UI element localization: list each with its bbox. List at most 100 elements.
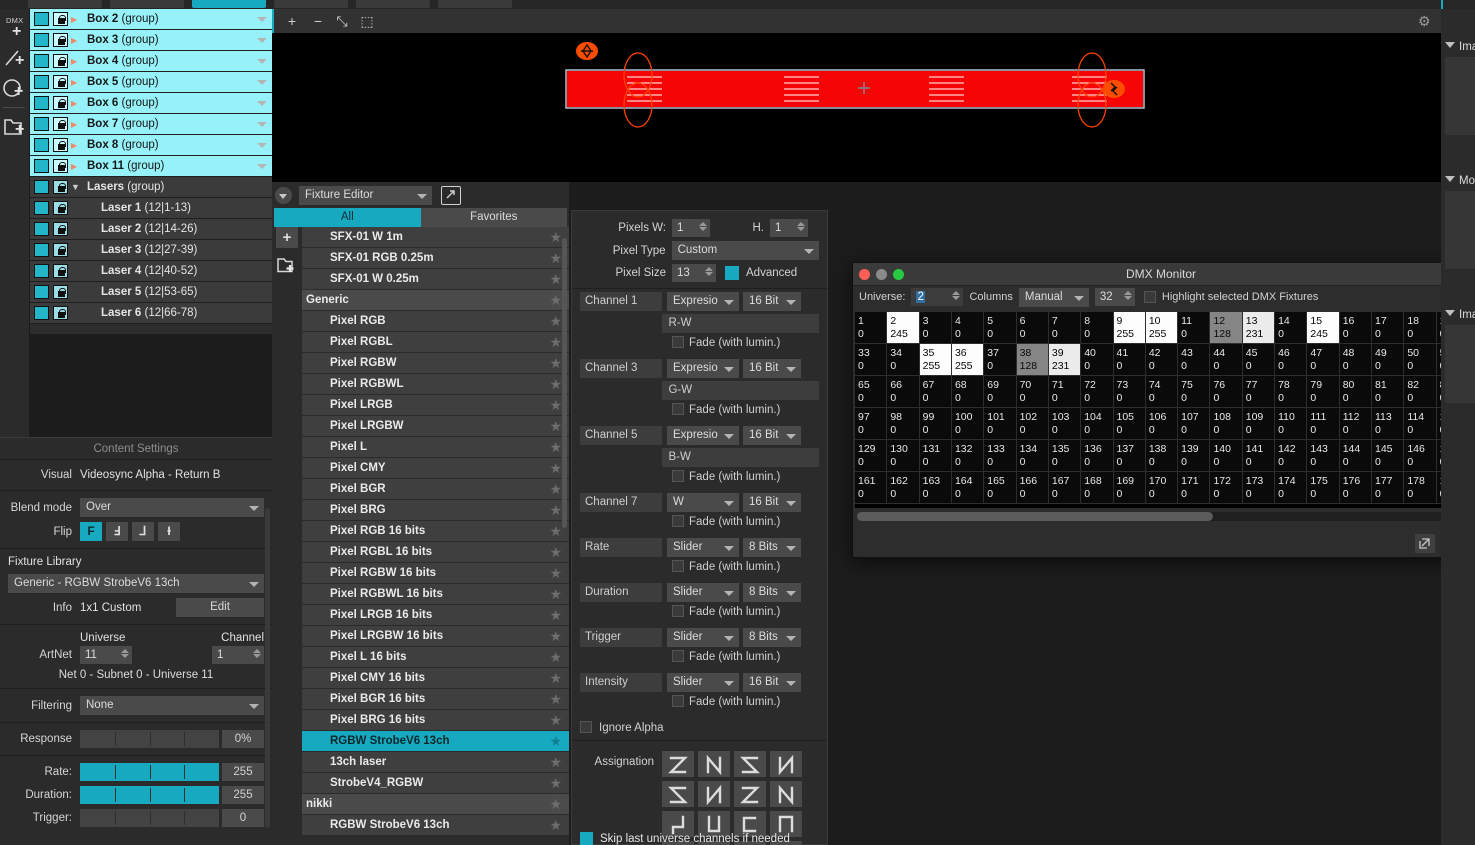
tree-row[interactable]: ▶ Box 6 (group) bbox=[30, 93, 272, 114]
dmx-cell[interactable]: 44 0 bbox=[1210, 344, 1243, 376]
fixture-color-swatch[interactable] bbox=[34, 180, 49, 194]
fixture-list-item[interactable]: Pixel BRG ★ bbox=[302, 500, 569, 521]
dmx-cell[interactable]: 143 0 bbox=[1307, 440, 1340, 472]
dmx-cell[interactable]: 47 0 bbox=[1307, 344, 1340, 376]
filtering-select[interactable]: None bbox=[80, 696, 264, 715]
pixels-w-stepper[interactable]: 1 bbox=[672, 219, 710, 237]
fixture-library-select[interactable]: Generic - RGBW StrobeV6 13ch bbox=[8, 574, 264, 593]
tree-row[interactable]: Laser 4 (12|40-52) bbox=[30, 261, 272, 282]
add-group-folder-button[interactable]: + bbox=[2, 112, 28, 142]
tree-row[interactable]: ▼ Lasers (group) bbox=[30, 177, 272, 198]
dmx-cell[interactable]: 17 0 bbox=[1372, 312, 1405, 344]
stage-viewport[interactable] bbox=[272, 33, 1475, 182]
top-tab-0[interactable] bbox=[28, 0, 102, 8]
dmx-cell[interactable]: 60 bbox=[1016, 312, 1049, 344]
dmx-cell[interactable]: 33 0 bbox=[855, 344, 888, 376]
dmx-cell[interactable]: 72 0 bbox=[1081, 376, 1114, 408]
fixture-color-swatch[interactable] bbox=[34, 285, 49, 299]
add-circle-fixture-button[interactable]: + bbox=[2, 75, 28, 105]
fixture-category-row[interactable]: nikki ★ bbox=[302, 794, 569, 815]
lock-icon[interactable] bbox=[53, 222, 68, 236]
fixture-list-item[interactable]: Pixel LRGBW ★ bbox=[302, 416, 569, 437]
dmx-cell[interactable]: 113 0 bbox=[1372, 408, 1405, 440]
fixture-color-swatch[interactable] bbox=[34, 12, 49, 26]
fixture-list-item[interactable]: Pixel CMY ★ bbox=[302, 458, 569, 479]
dmx-cell[interactable]: 101 0 bbox=[984, 408, 1017, 440]
favorite-star-icon[interactable]: ★ bbox=[549, 671, 562, 686]
dmx-cell[interactable]: 41 0 bbox=[1113, 344, 1146, 376]
favorite-star-icon[interactable]: ★ bbox=[549, 314, 562, 329]
fixture-list-item[interactable]: SFX-01 W 1m ★ bbox=[302, 227, 569, 248]
favorite-star-icon[interactable]: ★ bbox=[549, 230, 562, 245]
dmx-cell[interactable]: 65 0 bbox=[855, 376, 888, 408]
dmx-cell[interactable]: 73 0 bbox=[1113, 376, 1146, 408]
dmx-cell[interactable]: 49 0 bbox=[1372, 344, 1405, 376]
zigzag-s-left-icon[interactable] bbox=[662, 781, 694, 807]
favorite-star-icon[interactable]: ★ bbox=[549, 524, 562, 539]
fixture-list-item[interactable]: Pixel RGBW ★ bbox=[302, 353, 569, 374]
fade-checkbox[interactable] bbox=[672, 336, 684, 348]
fixture-category-row[interactable]: Generic ★ bbox=[302, 290, 569, 311]
marquee-select-button[interactable]: ⬚ bbox=[358, 13, 376, 29]
fixture-color-swatch[interactable] bbox=[34, 117, 49, 131]
lock-icon[interactable] bbox=[53, 54, 68, 68]
channel-name[interactable]: Trigger bbox=[580, 628, 662, 647]
channel-source-select[interactable]: Slider bbox=[667, 628, 739, 647]
lock-icon[interactable] bbox=[53, 285, 68, 299]
dmx-cell[interactable]: 76 0 bbox=[1210, 376, 1243, 408]
chevron-right-icon[interactable]: ▶ bbox=[71, 10, 83, 29]
dmx-cell[interactable]: 112 0 bbox=[1339, 408, 1372, 440]
dmx-cell[interactable]: 39 231 bbox=[1048, 344, 1082, 376]
dmx-cell[interactable]: 100 0 bbox=[951, 408, 985, 440]
channel-expression-field[interactable]: B-W bbox=[662, 448, 819, 467]
dmx-cell[interactable]: 110 0 bbox=[1275, 408, 1308, 440]
fixture-color-swatch[interactable] bbox=[34, 75, 49, 89]
dmx-cell[interactable]: 40 0 bbox=[1081, 344, 1114, 376]
dmx-cell[interactable]: 30 bbox=[919, 312, 952, 344]
fixture-tab-all[interactable]: All bbox=[274, 208, 421, 227]
dmx-cell[interactable]: 144 0 bbox=[1339, 440, 1372, 472]
stepper-arrows-icon[interactable] bbox=[253, 648, 261, 662]
pixel-type-select[interactable]: Custom bbox=[671, 241, 819, 260]
fixture-tab-favorites[interactable]: Favorites bbox=[420, 208, 567, 227]
dmx-cell[interactable]: 75 0 bbox=[1178, 376, 1211, 408]
zigzag-z-down-icon[interactable] bbox=[662, 751, 694, 777]
tree-row[interactable]: ▶ Box 5 (group) bbox=[30, 72, 272, 93]
favorite-star-icon[interactable]: ★ bbox=[549, 650, 562, 665]
fixture-list-item[interactable]: Pixel LRGBW 16 bits ★ bbox=[302, 626, 569, 647]
slider-track[interactable] bbox=[80, 809, 219, 827]
favorite-star-icon[interactable]: ★ bbox=[549, 440, 562, 455]
lock-icon[interactable] bbox=[53, 138, 68, 152]
dmx-cell[interactable]: 38 128 bbox=[1016, 344, 1049, 376]
fade-checkbox[interactable] bbox=[672, 560, 684, 572]
fixture-color-swatch[interactable] bbox=[34, 243, 49, 257]
dmx-cell[interactable]: 134 0 bbox=[1016, 440, 1049, 472]
fit-to-screen-button[interactable]: ⤡ bbox=[333, 13, 351, 29]
lock-icon[interactable] bbox=[53, 159, 68, 173]
favorite-star-icon[interactable]: ★ bbox=[549, 272, 562, 287]
dmx-monitor-window[interactable]: DMX Monitor Universe: 2 Columns Manual 3… bbox=[852, 262, 1470, 558]
stepper-arrows-icon[interactable] bbox=[121, 648, 129, 662]
channel-source-select[interactable]: Slider bbox=[667, 673, 739, 692]
fixture-list-item[interactable]: Pixel LRGB ★ bbox=[302, 395, 569, 416]
fade-checkbox[interactable] bbox=[672, 605, 684, 617]
fixture-list-item[interactable]: Pixel CMY 16 bits ★ bbox=[302, 668, 569, 689]
dmx-cell[interactable]: 71 0 bbox=[1048, 376, 1082, 408]
stepper-arrows-icon[interactable] bbox=[705, 266, 713, 280]
channel-name[interactable]: Rate bbox=[580, 538, 662, 557]
zigzag-s-right-icon[interactable] bbox=[734, 781, 766, 807]
favorite-star-icon[interactable]: ★ bbox=[549, 608, 562, 623]
stepper-arrows-icon[interactable] bbox=[1123, 290, 1132, 304]
lock-icon[interactable] bbox=[53, 12, 68, 26]
chevron-right-icon[interactable]: ▶ bbox=[71, 31, 83, 50]
dmx-cell[interactable]: 106 0 bbox=[1145, 408, 1179, 440]
edit-fixture-button[interactable]: Edit bbox=[176, 598, 264, 617]
right-dock-section-2[interactable]: Ima bbox=[1441, 305, 1475, 403]
channel-name[interactable]: Channel 3 bbox=[580, 359, 662, 378]
dmx-cell[interactable]: 34 0 bbox=[887, 344, 920, 376]
lock-icon[interactable] bbox=[53, 75, 68, 89]
fixture-color-swatch[interactable] bbox=[34, 306, 49, 320]
right-dock-section-0[interactable]: Ima bbox=[1441, 37, 1475, 135]
dmx-cell[interactable]: 136 0 bbox=[1081, 440, 1114, 472]
dmx-cell[interactable]: 168 0 bbox=[1081, 472, 1114, 504]
